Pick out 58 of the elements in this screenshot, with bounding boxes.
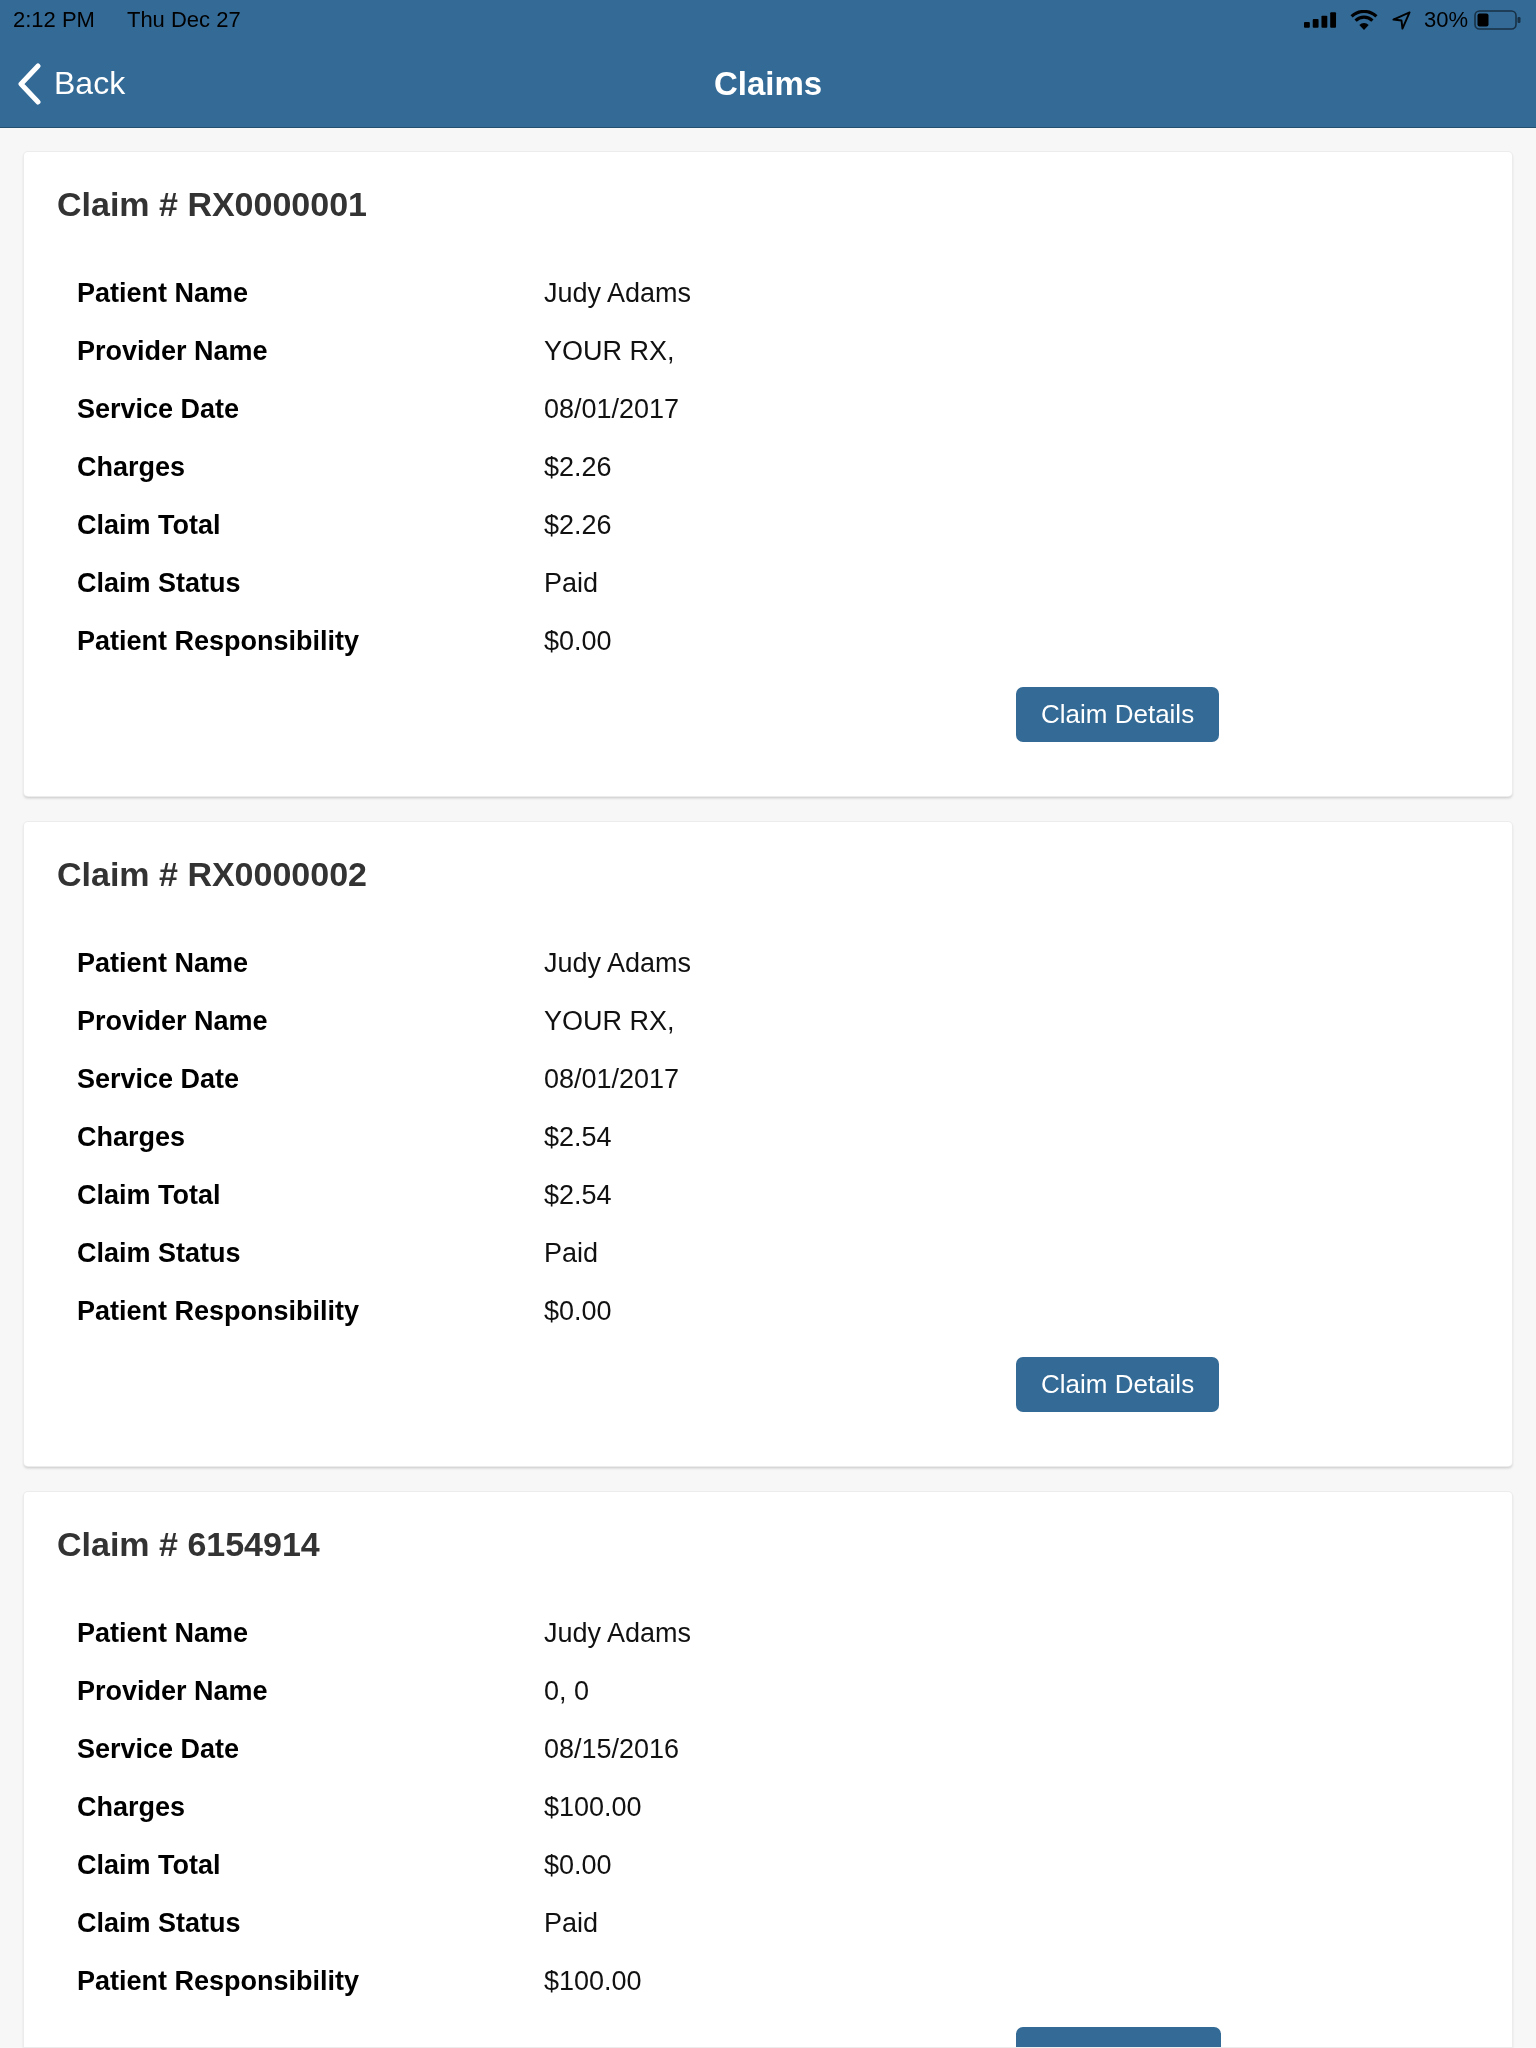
button[interactable]: [1016, 2027, 1221, 2047]
field-label: Charges: [77, 1121, 186, 1153]
field-label: Patient Responsibility: [77, 1295, 360, 1327]
claim-title: Claim # RX0000002: [57, 856, 367, 892]
claim-title: Claim # RX0000001: [57, 186, 367, 222]
claim-details-button[interactable]: Claim Details: [1016, 1357, 1220, 1412]
field-label: Claim Status: [77, 1237, 241, 1269]
field-label: Claim Status: [77, 1907, 241, 1939]
back-button[interactable]: Back: [0, 62, 126, 105]
field-value: Judy Adams: [544, 947, 692, 979]
battery-icon: [1474, 10, 1521, 30]
field-value: $0.00: [544, 625, 612, 657]
field-value: $100.00: [544, 1965, 642, 1997]
field-value: YOUR RX,: [544, 1005, 675, 1037]
status-date: Thu Dec 27: [126, 7, 241, 33]
field-label: Claim Total: [77, 1179, 221, 1211]
field-value: $100.00: [544, 1791, 642, 1823]
field-value: Paid: [544, 1237, 599, 1269]
field-label: Patient Name: [77, 277, 249, 309]
field-label: Claim Total: [77, 509, 221, 541]
field-value: $2.54: [544, 1121, 612, 1153]
nav-title: Claims: [713, 64, 823, 103]
field-label: Patient Name: [77, 947, 249, 979]
field-value: Paid: [544, 567, 599, 599]
field-value: 08/15/2016: [544, 1733, 680, 1765]
field-value: $2.26: [544, 509, 612, 541]
status-time: 2:12 PM: [13, 7, 95, 33]
chevron-left-icon: [16, 62, 42, 105]
field-label: Charges: [77, 1791, 186, 1823]
location-arrow-icon: [1391, 10, 1411, 30]
field-label: Provider Name: [77, 1675, 268, 1707]
signal-icon: [1303, 12, 1337, 28]
field-label: Claim Status: [77, 567, 241, 599]
wifi-icon: [1349, 9, 1378, 31]
field-value: $0.00: [544, 1849, 612, 1881]
field-value: Judy Adams: [544, 1617, 692, 1649]
field-value: 08/01/2017: [544, 393, 680, 425]
field-label: Service Date: [77, 1063, 240, 1095]
field-value: 0, 0: [544, 1675, 590, 1707]
field-label: Patient Responsibility: [77, 1965, 360, 1997]
claim-title: Claim # 6154914: [57, 1526, 320, 1562]
field-value: YOUR RX,: [544, 335, 675, 367]
field-value: $0.00: [544, 1295, 612, 1327]
field-value: 08/01/2017: [544, 1063, 680, 1095]
field-label: Charges: [77, 451, 186, 483]
field-label: Provider Name: [77, 1005, 268, 1037]
field-label: Patient Name: [77, 1617, 249, 1649]
field-label: Claim Total: [77, 1849, 221, 1881]
field-label: Service Date: [77, 393, 240, 425]
field-label: Patient Responsibility: [77, 625, 360, 657]
field-label: Provider Name: [77, 335, 268, 367]
battery-percent: 30%: [1423, 7, 1468, 33]
field-value: Judy Adams: [544, 277, 692, 309]
field-value: Paid: [544, 1907, 599, 1939]
claim-details-button[interactable]: Claim Details: [1016, 687, 1220, 742]
field-label: Service Date: [77, 1733, 240, 1765]
field-value: $2.26: [544, 451, 612, 483]
field-value: $2.54: [544, 1179, 612, 1211]
